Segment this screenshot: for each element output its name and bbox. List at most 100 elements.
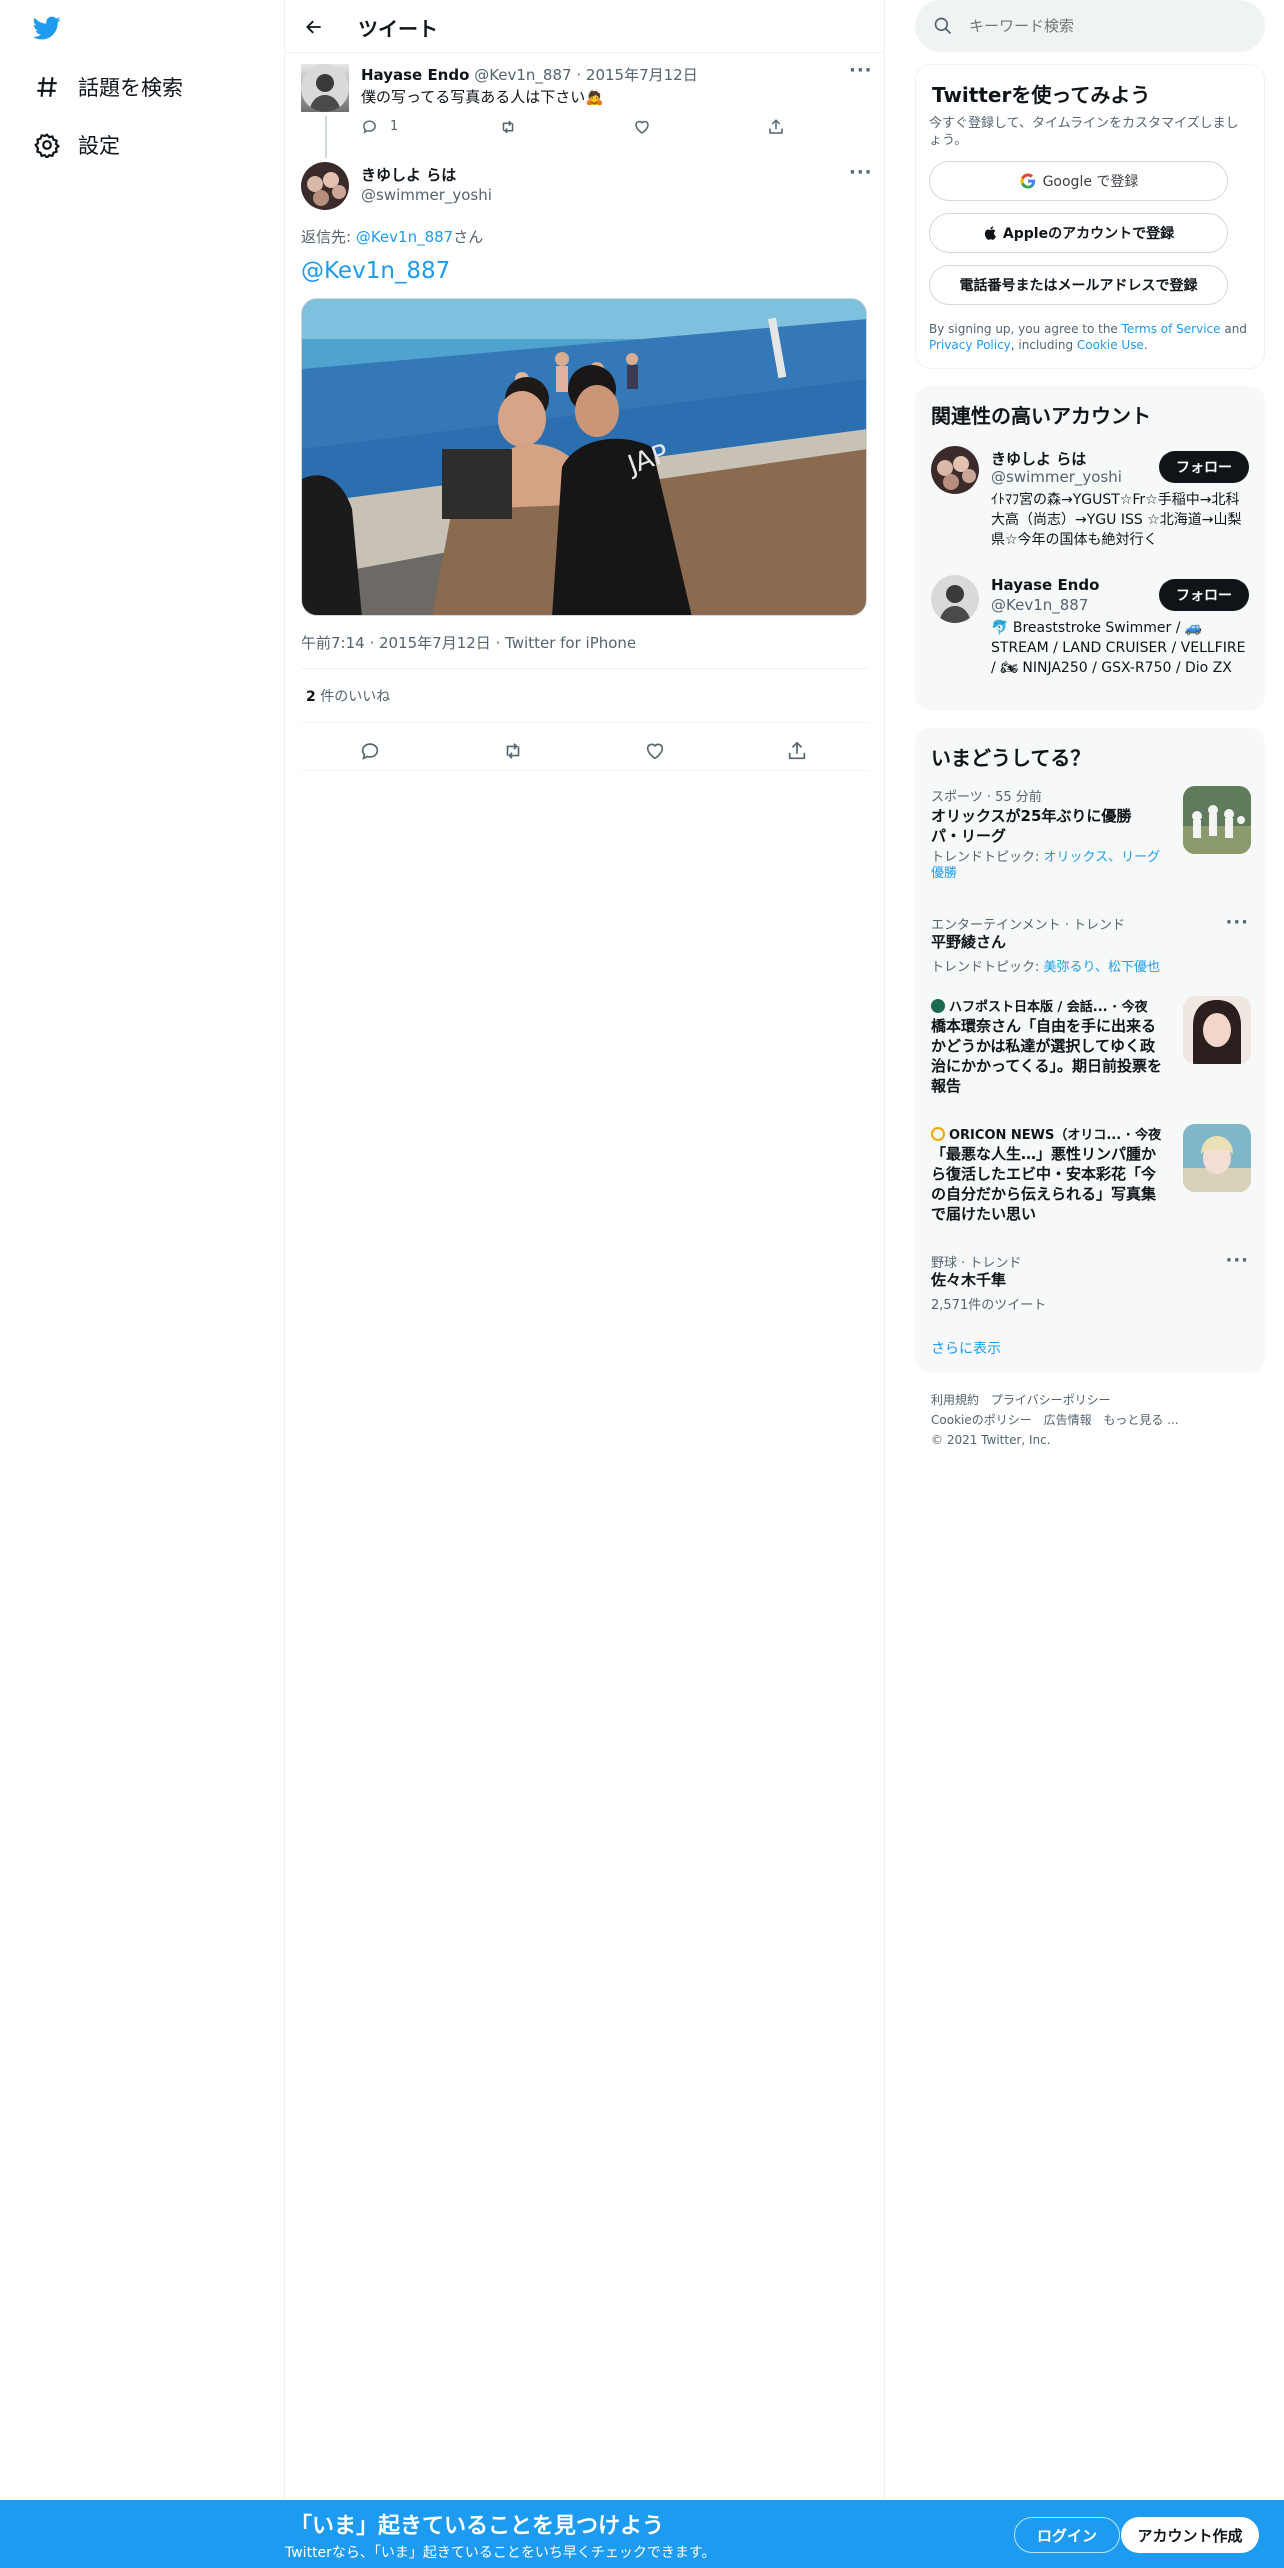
dot-separator: · xyxy=(576,66,582,84)
signup-terms: By signing up, you agree to the Terms of… xyxy=(929,321,1259,353)
trend-meta-2: エンターテインメント · トレンド xyxy=(931,918,1126,933)
privacy-policy-link[interactable]: Privacy Policy xyxy=(929,338,1011,352)
related-name-2[interactable]: Hayase Endo xyxy=(991,576,1099,594)
gear-icon xyxy=(32,130,62,160)
nav-explore[interactable]: 話題を検索 xyxy=(32,67,183,107)
hashtag-icon xyxy=(32,72,62,102)
follow-button-2[interactable]: フォロー xyxy=(1159,579,1249,611)
related-bio-1: ｲﾄﾏﾌ宮の森→YGUST☆Fr☆手稲中→北科大高（尚志）→YGU ISS ☆北… xyxy=(991,492,1242,548)
parent-tweet-handle[interactable]: @Kev1n_887 xyxy=(474,66,571,84)
main-tweet-more-button[interactable]: ··· xyxy=(849,164,873,182)
terms-and: and xyxy=(1220,322,1247,336)
main-tweet-text[interactable]: @Kev1n_887 xyxy=(301,258,450,284)
related-avatar-2[interactable] xyxy=(931,575,979,623)
page-title: ツイート xyxy=(358,17,438,41)
nav-settings-label: 設定 xyxy=(78,134,120,158)
parent-tweet-header: Hayase Endo @Kev1n_887 · 2015年7月12日 xyxy=(361,64,698,85)
main-column: ツイート Hayase Endo @Kev1n_887 · 2015年7月12日… xyxy=(285,0,885,2500)
twitter-logo-icon[interactable] xyxy=(30,14,64,42)
like-count-row[interactable]: 2 件のいいね xyxy=(306,686,390,706)
trend-thumbnail-1 xyxy=(1183,786,1251,854)
cookie-use-link[interactable]: Cookie Use xyxy=(1077,338,1144,352)
signup-card: Twitterを使ってみよう 今すぐ登録して、タイムラインをカスタマイズしましょ… xyxy=(915,64,1265,369)
trend-topic-prefix-1: トレンドトピック: xyxy=(931,850,1044,865)
main-tweet-avatar[interactable] xyxy=(301,162,349,210)
footer-cookie-link[interactable]: Cookieのポリシー xyxy=(931,1413,1032,1427)
trend-item-3[interactable]: ハフポスト日本版 / 会話... · 今夜 橋本環奈さん「自由を手に出来るかどう… xyxy=(915,996,1265,1106)
search-bar[interactable] xyxy=(915,0,1265,52)
trend-meta-5: 野球 · トレンド xyxy=(931,1256,1022,1271)
apple-signup-label: Appleのアカウントで登録 xyxy=(1002,226,1175,242)
trend-more-button-5[interactable]: ··· xyxy=(1225,1252,1249,1270)
parent-tweet-avatar[interactable] xyxy=(301,64,349,112)
phone-email-signup-button[interactable]: 電話番号またはメールアドレスで登録 xyxy=(929,265,1228,305)
follow-button-1[interactable]: フォロー xyxy=(1159,451,1249,483)
tweet-timestamp[interactable]: 午前7:14 · 2015年7月12日 · Twitter for iPhone xyxy=(301,632,636,653)
related-bio-2: 🐬 Breaststroke Swimmer / 🚙 STREAM / LAND… xyxy=(991,620,1246,676)
parent-tweet-name[interactable]: Hayase Endo xyxy=(361,66,469,84)
trend-topic-link-2[interactable]: 美弥るり、松下優也 xyxy=(1044,960,1160,975)
share-icon xyxy=(769,119,783,134)
trend-item-4[interactable]: ORICON NEWS（オリコ... · 今夜 「最悪な人生…」悪性リンパ腫から… xyxy=(915,1124,1265,1234)
trend-meta-3: ハフポスト日本版 / 会話... · 今夜 xyxy=(931,996,1148,1015)
related-avatar-1[interactable] xyxy=(931,446,979,494)
bottom-signup-bar: 「いま」起きていることを見つけよう Twitterなら、「いま」起きていることを… xyxy=(0,2500,1284,2568)
parent-reply-button[interactable]: 1 xyxy=(361,118,398,135)
parent-tweet-date[interactable]: 2015年7月12日 xyxy=(586,66,698,84)
thread-line xyxy=(325,116,327,158)
search-input[interactable] xyxy=(969,10,1249,42)
login-button[interactable]: ログイン xyxy=(1014,2517,1120,2553)
huffpost-logo-icon xyxy=(931,998,945,1013)
footer-more-link[interactable]: もっと見る ... xyxy=(1103,1413,1178,1427)
footer-copyright: © 2021 Twitter, Inc. xyxy=(931,1433,1051,1447)
terms-end: . xyxy=(1143,338,1148,352)
retweet-button[interactable] xyxy=(498,736,528,766)
main-tweet-handle[interactable]: @swimmer_yoshi xyxy=(361,186,492,204)
nav-settings[interactable]: 設定 xyxy=(32,125,120,165)
related-handle-2[interactable]: @Kev1n_887 xyxy=(991,596,1088,614)
apple-signup-button[interactable]: Appleのアカウントで登録 xyxy=(929,213,1228,253)
reply-button[interactable] xyxy=(355,736,385,766)
related-name-1[interactable]: きゆしよ らは xyxy=(991,448,1086,469)
show-more-link[interactable]: さらに表示 xyxy=(931,1338,1001,1358)
trend-meta-text-3: ハフポスト日本版 / 会話... · 今夜 xyxy=(949,1000,1148,1015)
create-account-button[interactable]: アカウント作成 xyxy=(1121,2517,1259,2553)
trend-item-5[interactable]: 野球 · トレンド 佐々木千隼 2,571件のツイート ··· xyxy=(915,1252,1265,1314)
trend-meta-text-4: ORICON NEWS（オリコ... · 今夜 xyxy=(949,1128,1162,1143)
bottom-bar-title: 「いま」起きていることを見つけよう xyxy=(290,2514,665,2539)
footer-tos-link[interactable]: 利用規約 xyxy=(931,1393,979,1407)
main-tweet-name[interactable]: きゆしよ らは xyxy=(361,164,456,185)
trend-more-button-2[interactable]: ··· xyxy=(1225,914,1249,932)
parent-share-button[interactable] xyxy=(767,118,785,136)
arrow-left-icon xyxy=(306,20,321,34)
share-icon xyxy=(788,741,806,760)
left-sidebar: 話題を検索 設定 xyxy=(0,0,285,2500)
reply-to-link[interactable]: @Kev1n_887 xyxy=(356,228,453,246)
footer-privacy-link[interactable]: プライバシーポリシー xyxy=(991,1393,1111,1407)
signup-subtitle: 今すぐ登録して、タイムラインをカスタマイズしましょう。 xyxy=(929,116,1239,148)
back-button[interactable] xyxy=(299,12,329,42)
trend-thumbnail-3 xyxy=(1183,996,1251,1064)
search-icon xyxy=(934,17,952,35)
trend-count-5: 2,571件のツイート xyxy=(931,1298,1047,1313)
like-button[interactable] xyxy=(640,736,670,766)
reply-to-line: 返信先: @Kev1n_887さん xyxy=(301,226,483,247)
retweet-icon xyxy=(506,743,520,759)
footer-ads-link[interactable]: 広告情報 xyxy=(1044,1413,1092,1427)
trend-item-1[interactable]: スポーツ · 55 分前 オリックスが25年ぶりに優勝 パ・リーグ トレンドトピ… xyxy=(915,786,1265,906)
trend-item-2[interactable]: エンターテインメント · トレンド 平野綾さん トレンドトピック: 美弥るり、松… xyxy=(915,914,1265,976)
share-button[interactable] xyxy=(782,736,812,766)
reply-icon xyxy=(363,120,376,134)
tweet-photo[interactable]: JAP xyxy=(301,298,867,616)
terms-prefix: By signing up, you agree to the xyxy=(929,322,1122,336)
trend-title-1: オリックスが25年ぶりに優勝 パ・リーグ xyxy=(931,807,1132,845)
parent-tweet-more-button[interactable]: ··· xyxy=(849,62,873,80)
terms-of-service-link[interactable]: Terms of Service xyxy=(1122,322,1221,336)
parent-like-button[interactable] xyxy=(633,118,651,136)
like-count: 2 xyxy=(306,689,316,705)
related-handle-1[interactable]: @swimmer_yoshi xyxy=(991,468,1122,486)
parent-retweet-button[interactable] xyxy=(499,118,517,136)
trend-meta-1: スポーツ · 55 分前 xyxy=(931,790,1042,805)
trend-title-5: 佐々木千隼 xyxy=(931,1271,1007,1289)
google-signup-button[interactable]: Google で登録 xyxy=(929,161,1228,201)
